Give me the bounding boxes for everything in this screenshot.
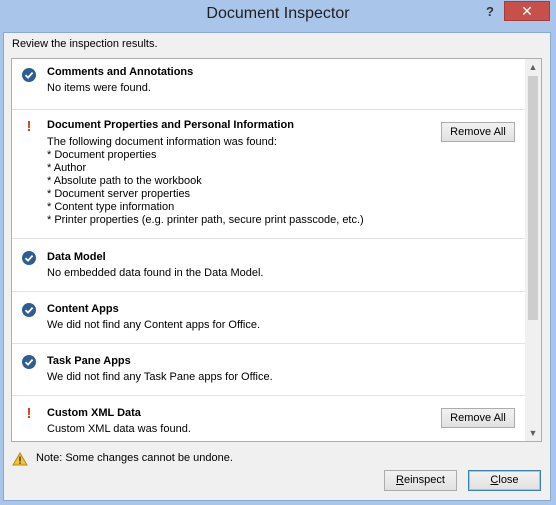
reinspect-label: einspect <box>403 474 445 486</box>
result-section-data-model: Data Model No embedded data found in the… <box>12 239 525 292</box>
section-title: Comments and Annotations <box>47 66 194 78</box>
result-section-comments: Comments and Annotations No items were f… <box>12 59 525 110</box>
close-label: lose <box>498 474 519 486</box>
section-text: We did not find any Task Pane apps for O… <box>47 371 273 383</box>
section-text: Custom XML data was found. <box>47 423 191 435</box>
remove-all-button-document-properties[interactable]: Remove All <box>441 122 515 142</box>
section-text: No embedded data found in the Data Model… <box>47 267 264 279</box>
note-text: Note: Some changes cannot be undone. <box>36 452 233 464</box>
document-inspector-window: Document Inspector ? ✕ Review the inspec… <box>0 0 556 505</box>
section-title: Custom XML Data <box>47 407 141 419</box>
check-circle-icon <box>22 355 36 369</box>
section-title: Task Pane Apps <box>47 355 131 367</box>
results-list[interactable]: Comments and Annotations No items were f… <box>11 58 542 442</box>
dialog-body: Review the inspection results. Comments … <box>3 32 551 501</box>
section-text: The following document information was f… <box>47 136 364 226</box>
check-circle-icon <box>22 303 36 317</box>
section-text: No items were found. <box>47 82 151 94</box>
section-text: We did not find any Content apps for Off… <box>47 319 260 331</box>
check-circle-icon <box>22 251 36 265</box>
scroll-up-arrow-icon[interactable]: ▲ <box>525 59 541 75</box>
exclamation-icon: ! <box>26 405 32 422</box>
scroll-thumb[interactable] <box>528 76 538 320</box>
result-section-custom-xml: ! Custom XML Data Custom XML data was fo… <box>12 396 525 441</box>
reinspect-accelerator: R <box>396 474 404 486</box>
result-section-content-apps: Content Apps We did not find any Content… <box>12 292 525 344</box>
results-content: Comments and Annotations No items were f… <box>12 59 525 441</box>
vertical-scrollbar[interactable]: ▲ ▼ <box>525 59 541 441</box>
window-title: Document Inspector <box>206 5 350 22</box>
window-close-button[interactable]: ✕ <box>504 1 550 21</box>
warning-icon <box>12 452 28 466</box>
result-section-document-properties: ! Document Properties and Personal Infor… <box>12 110 525 239</box>
title-bar: Document Inspector ? ✕ <box>0 0 556 32</box>
exclamation-icon: ! <box>26 118 32 135</box>
scroll-down-arrow-icon[interactable]: ▼ <box>525 425 541 441</box>
close-button[interactable]: Close <box>468 470 541 491</box>
result-section-task-pane-apps: Task Pane Apps We did not find any Task … <box>12 344 525 396</box>
instruction-text: Review the inspection results. <box>12 38 158 50</box>
check-circle-icon <box>22 68 36 82</box>
help-button[interactable]: ? <box>480 2 500 22</box>
section-title: Data Model <box>47 251 106 263</box>
remove-all-button-custom-xml[interactable]: Remove All <box>441 408 515 428</box>
section-title: Content Apps <box>47 303 119 315</box>
section-title: Document Properties and Personal Informa… <box>47 119 294 131</box>
reinspect-button[interactable]: Reinspect <box>384 470 457 491</box>
